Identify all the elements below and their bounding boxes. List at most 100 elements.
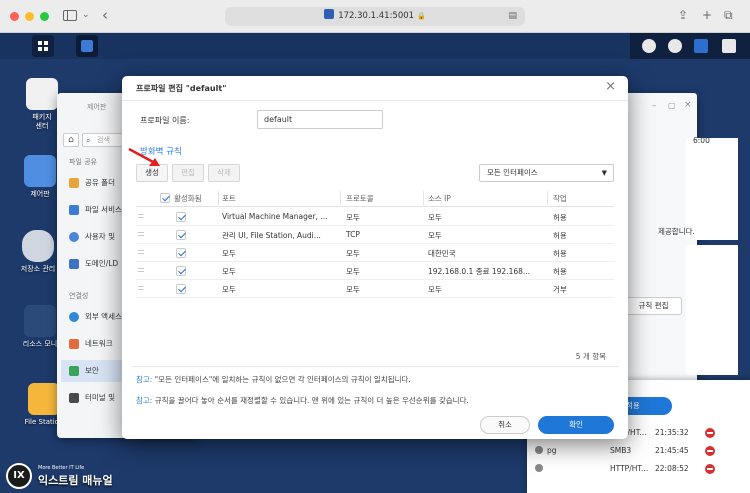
delete-icon[interactable]: [705, 464, 715, 474]
table-row[interactable]: 모두 모두 대한민국 허용: [136, 244, 614, 262]
watermark-name: 익스트림 매뉴얼: [38, 474, 113, 487]
reader-icon[interactable]: ▤: [508, 7, 517, 26]
address-bar[interactable]: 172.30.1.41:5001 🔒 ▤: [225, 7, 525, 26]
rule-enabled-checkbox[interactable]: [176, 266, 186, 276]
delete-icon[interactable]: [705, 446, 715, 456]
column-enabled[interactable]: 활성화됨: [174, 193, 202, 204]
search-icon: ⌕: [86, 136, 91, 145]
interface-select[interactable]: 모든 인터페이스 ▼: [479, 164, 614, 182]
table-row[interactable]: 관리 UI, File Station, Audi... TCP 모두 허용: [136, 226, 614, 244]
rule-enabled-checkbox[interactable]: [176, 284, 186, 294]
close-window-button[interactable]: [10, 12, 19, 21]
edit-button[interactable]: 편집: [172, 164, 204, 182]
panel-box: [686, 138, 738, 240]
rule-source-ip: 대한민국: [428, 249, 456, 258]
main-menu-button[interactable]: [32, 35, 54, 57]
new-tab-icon[interactable]: +: [702, 8, 712, 22]
column-protocol[interactable]: 프로토콜: [346, 193, 374, 204]
dsm-taskbar: [0, 33, 750, 59]
drag-handle-icon[interactable]: [138, 232, 144, 236]
lock-icon: 🔒: [417, 12, 426, 20]
column-source-ip[interactable]: 소스 IP: [428, 193, 451, 204]
notification-icon[interactable]: [642, 39, 656, 53]
section-connectivity: 연결성: [69, 292, 89, 300]
rule-action: 허용: [553, 213, 567, 222]
chevron-down-icon[interactable]: ⌄: [82, 10, 90, 20]
note-text: "모든 인터페이스"에 일치하는 규칙이 없으면 각 인터페이스의 규칙이 일치…: [154, 375, 411, 384]
cancel-button[interactable]: 취소: [480, 416, 530, 434]
domain-icon: [69, 259, 79, 269]
rule-enabled-checkbox[interactable]: [176, 248, 186, 258]
table-row[interactable]: Virtual Machine Manager, ... 모두 모두 허용: [136, 208, 614, 226]
note-interfaces: 참고: "모든 인터페이스"에 일치하는 규칙이 없으면 각 인터페이스의 규칙…: [136, 374, 411, 385]
table-row[interactable]: 모두 모두 모두 거부: [136, 280, 614, 298]
zoom-window-button[interactable]: [40, 12, 49, 21]
users-icon: [69, 232, 79, 242]
resource-monitor-icon: [24, 305, 56, 337]
file-services-icon: [69, 205, 79, 215]
delete-button[interactable]: 삭제: [208, 164, 240, 182]
rule-source-ip: 192.168.0.1 종료 192.168...: [428, 267, 531, 276]
widgets-icon[interactable]: [694, 39, 708, 53]
section-file-sharing: 파일 공유: [69, 158, 97, 166]
rule-port: 모두: [222, 285, 236, 294]
column-action[interactable]: 작업: [553, 193, 567, 204]
delete-icon[interactable]: [705, 428, 715, 438]
share-icon[interactable]: ⇪: [678, 8, 688, 22]
minimize-window-button[interactable]: [25, 12, 34, 21]
home-icon[interactable]: ⌂: [63, 133, 79, 147]
rule-enabled-checkbox[interactable]: [176, 230, 186, 240]
rule-action: 거부: [553, 285, 567, 294]
close-icon[interactable]: ×: [605, 79, 616, 94]
log-protocol: SMB3: [610, 446, 632, 455]
edit-profile-dialog: 프로파일 편집 "default" × 프로파일 이름: default 방화벽…: [122, 76, 628, 439]
interface-select-value: 모든 인터페이스: [487, 168, 538, 177]
sidebar-item-label: 사용자 및: [85, 232, 115, 241]
rule-source-ip: 모두: [428, 285, 442, 294]
divider: [122, 100, 628, 101]
rule-edit-button[interactable]: 규칙 편집: [625, 297, 682, 315]
rule-source-ip: 모두: [428, 231, 442, 240]
column-separator: [218, 191, 219, 205]
log-time: 22:08:52: [655, 464, 689, 473]
rule-action: 허용: [553, 267, 567, 276]
rule-source-ip: 모두: [428, 213, 442, 222]
window-title: 제어판: [87, 103, 107, 111]
description-fragment: 제공합니다.: [658, 227, 695, 236]
sidebar-item-label: 도메인/LD: [85, 259, 119, 268]
sidebar-toggle-icon[interactable]: [63, 10, 77, 21]
red-arrow-icon: [128, 147, 160, 166]
maximize-icon[interactable]: ▢: [668, 101, 676, 110]
back-icon[interactable]: ‹: [102, 6, 108, 24]
profile-name-input[interactable]: default: [257, 110, 383, 129]
drag-handle-icon[interactable]: [138, 250, 144, 254]
column-port[interactable]: 포트: [222, 193, 236, 204]
rule-protocol: 모두: [346, 285, 360, 294]
user-icon[interactable]: [668, 39, 682, 53]
rule-protocol: 모두: [346, 213, 360, 222]
select-all-checkbox[interactable]: [160, 193, 170, 203]
rule-action: 허용: [553, 249, 567, 258]
sidebar-item-label: 터미널 및: [85, 393, 115, 402]
caret-down-icon: ▼: [601, 169, 607, 177]
minimize-icon[interactable]: –: [652, 101, 657, 111]
drag-handle-icon[interactable]: [138, 214, 144, 218]
time-fragment: 6:00: [693, 136, 710, 145]
drag-handle-icon[interactable]: [138, 286, 144, 290]
close-icon[interactable]: ×: [684, 100, 692, 110]
log-time: 21:35:32: [655, 428, 689, 437]
terminal-icon: [69, 393, 79, 403]
note-key: 참고:: [136, 396, 153, 405]
tab-overview-icon[interactable]: ⧉: [724, 8, 733, 23]
note-reorder: 참고: 규칙을 끌어다 놓아 순서를 재정렬할 수 있습니다. 맨 위에 있는 …: [136, 395, 469, 406]
rule-enabled-checkbox[interactable]: [176, 212, 186, 222]
divider: [132, 366, 618, 367]
table-row[interactable]: 모두 모두 192.168.0.1 종료 192.168... 허용: [136, 262, 614, 280]
confirm-button[interactable]: 확인: [538, 416, 614, 434]
search-icon[interactable]: [722, 39, 736, 53]
log-user: pg: [547, 446, 557, 455]
drag-handle-icon[interactable]: [138, 268, 144, 272]
taskbar-control-panel-button[interactable]: [76, 35, 98, 57]
network-icon: [69, 339, 79, 349]
log-protocol: HTTP/HT...: [610, 464, 649, 473]
